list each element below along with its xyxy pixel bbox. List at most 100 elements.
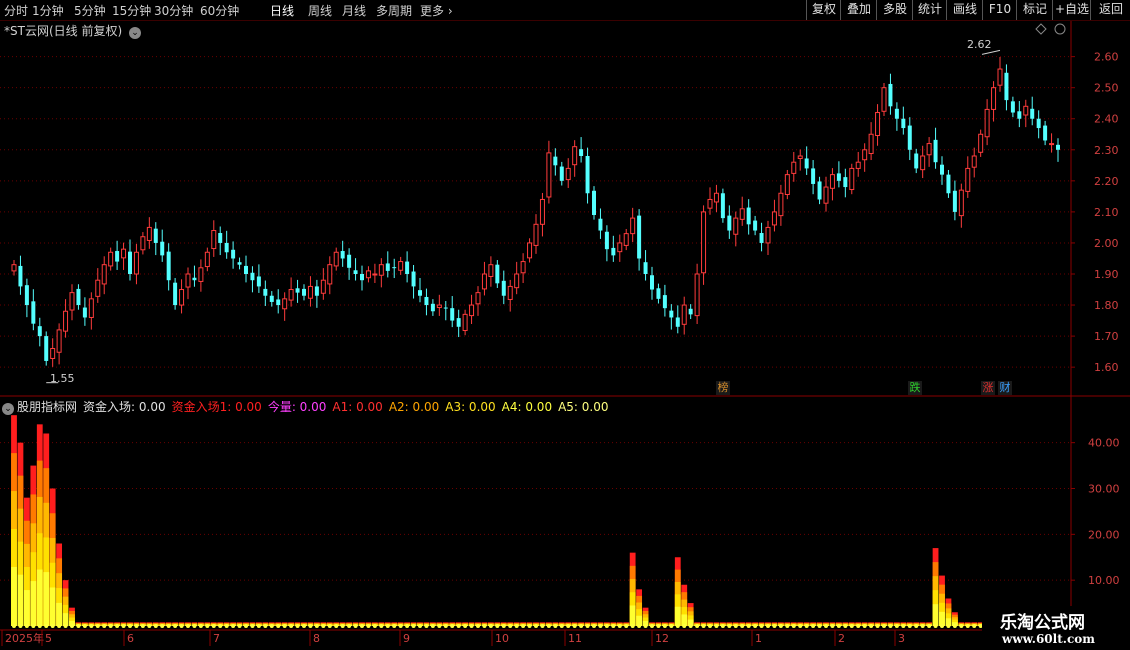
candle-body [108, 251, 114, 267]
tab-period-0[interactable]: 分时 [4, 2, 28, 19]
indicator-baseline-dot [804, 624, 809, 628]
tab-period-5[interactable]: 60分钟 [200, 2, 239, 19]
indicator-baseline-dot [521, 624, 526, 628]
tab-period-9[interactable]: 多周期 [376, 2, 412, 19]
tab-period-3[interactable]: 15分钟 [112, 2, 151, 19]
candle-body [643, 262, 648, 274]
indicator-baseline-dot [611, 624, 616, 628]
stock-title-label: *ST云网(日线 前复权) [4, 24, 123, 38]
indicator-baseline-dot [965, 624, 970, 628]
tab-period-1[interactable]: 1分钟 [32, 2, 64, 19]
candle-body [753, 220, 758, 231]
indicator-value-5: A3: 0.00 [445, 400, 496, 414]
candle-body [811, 168, 816, 184]
indicator-baseline-dot [559, 624, 564, 628]
toolbar-button-1[interactable]: 叠加 [840, 0, 877, 20]
candle-body [314, 286, 319, 296]
candle-body [95, 279, 101, 297]
indicator-baseline-dot [514, 624, 519, 628]
candle-body [218, 233, 223, 243]
signal-badge-0[interactable]: 榜 [716, 381, 730, 395]
indicator-baseline-dot [224, 624, 229, 628]
indicator-baseline-dot [198, 624, 203, 628]
indicator-baseline-dot [598, 624, 603, 628]
candle-body [424, 296, 429, 306]
indicator-baseline-dot [295, 624, 300, 628]
indicator-value-2: 今量: 0.00 [267, 400, 327, 414]
indicator-baseline-dot [849, 624, 854, 628]
tab-period-8[interactable]: 月线 [342, 2, 366, 19]
indicator-bar [23, 590, 30, 626]
indicator-title: ⌄ 股朋指标网 资金入场: 0.00 资金入场1: 0.00 今量: 0.00 A1: 0… [2, 398, 611, 415]
indicator-baseline-dot [501, 624, 506, 628]
indicator-value-4: A2: 0.00 [388, 400, 440, 414]
tab-period-7[interactable]: 周线 [308, 2, 332, 19]
candle-body [418, 290, 422, 296]
chevron-down-icon[interactable]: ⌄ [128, 27, 141, 39]
signal-badge-2[interactable]: 涨 [981, 381, 995, 395]
toolbar-button-2[interactable]: 多股 [876, 0, 913, 20]
indicator-bar [932, 604, 939, 626]
indicator-baseline-dot [972, 624, 977, 628]
indicator-baseline-dot [102, 624, 107, 628]
toolbar-button-6[interactable]: 标记 [1016, 0, 1053, 20]
candle-body [791, 161, 797, 174]
indicator-baseline-dot [385, 624, 390, 628]
candle-body [69, 292, 75, 311]
toolbar-button-0[interactable]: 复权 [806, 0, 841, 20]
indicator-baseline-dot [140, 624, 145, 628]
candle-body [82, 307, 87, 318]
candle-body [894, 108, 899, 119]
kline-chart[interactable]: 2.60 2.50 2.40 2.30 2.20 2.10 2.00 1.90 1.80 1.70… [0, 0, 1130, 650]
candle-body [128, 251, 132, 274]
toolbar-button-8[interactable]: 返回 [1090, 0, 1130, 20]
indicator-baseline-dot [282, 624, 287, 628]
time-tick-label: 2025年 [5, 631, 44, 645]
toolbar-button-5[interactable]: F10 [982, 0, 1017, 20]
candle-body [56, 329, 62, 353]
tab-period-6[interactable]: 日线 [270, 2, 294, 19]
candle-body [185, 273, 191, 288]
indicator-baseline-dot [882, 624, 886, 628]
tab-period-4[interactable]: 30分钟 [154, 2, 193, 19]
candle-body [946, 174, 951, 194]
indicator-baseline-dot [321, 624, 326, 628]
indicator-baseline-dot [463, 624, 468, 628]
indicator-baseline-dot [856, 624, 861, 628]
candle-body [507, 285, 513, 300]
tab-period-2[interactable]: 5分钟 [74, 2, 106, 19]
indicator-tick-label: 40.00 [1088, 437, 1120, 450]
indicator-baseline-dot [398, 624, 403, 628]
settings-icon [1054, 23, 1066, 35]
time-tick-label: 6 [127, 632, 134, 645]
candle-body [495, 264, 500, 284]
candle-body [481, 273, 487, 290]
indicator-tick-label: 30.00 [1088, 483, 1120, 496]
indicator-baseline-dot [160, 624, 165, 628]
toolbar-button-3[interactable]: 统计 [912, 0, 947, 20]
candle-body [804, 158, 809, 169]
candle-body [436, 304, 442, 309]
candle-body [797, 155, 803, 159]
stock-title[interactable]: *ST云网(日线 前复权) ⌄ [4, 22, 141, 39]
price-tick-label: 1.80 [1094, 299, 1119, 312]
candle-body [24, 285, 29, 306]
candle-body [630, 217, 636, 235]
indicator-bar [939, 611, 945, 626]
indicator-baseline-dot [753, 624, 758, 628]
indicator-bar [674, 606, 681, 626]
tab-period-10[interactable]: 更多 › [420, 2, 453, 19]
indicator-baseline-dot [875, 624, 880, 628]
indicator-baseline-dot [450, 624, 455, 628]
toolbar-button-7[interactable]: +自选 [1052, 0, 1091, 20]
indicator-baseline-dot [276, 624, 281, 628]
indicator-baseline-dot [759, 624, 764, 628]
toolbar-button-4[interactable]: 画线 [946, 0, 983, 20]
indicator-baseline-dot [153, 624, 158, 628]
signal-badge-3[interactable]: 财 [998, 381, 1012, 395]
time-tick-label: 12 [655, 632, 669, 645]
signal-badge-1[interactable]: 跌 [908, 381, 922, 395]
indicator-baseline-dot [353, 624, 358, 628]
indicator-baseline-dot [179, 624, 184, 628]
chevron-down-icon[interactable]: ⌄ [2, 403, 14, 415]
